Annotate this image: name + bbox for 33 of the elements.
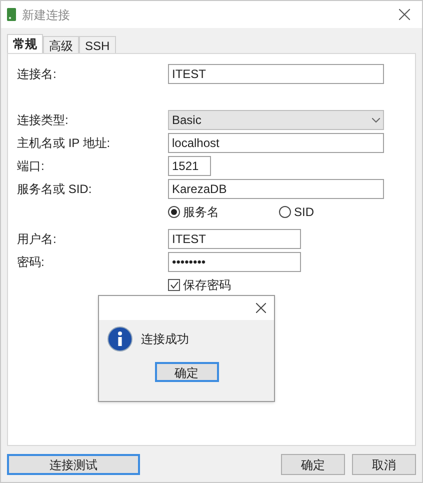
text-field[interactable]: 1521 <box>168 156 211 176</box>
tab[interactable]: 常规 <box>7 34 43 53</box>
chevron-down-icon <box>372 118 380 122</box>
field-label: 端口: <box>17 158 46 175</box>
text-field[interactable]: KarezaDB <box>168 179 384 199</box>
test-connection-button[interactable]: 连接测试 <box>7 454 140 475</box>
text-field[interactable]: •••••••• <box>168 252 301 272</box>
field-label: 连接类型: <box>17 112 70 129</box>
radio-button[interactable] <box>168 206 180 218</box>
field-label: 用户名: <box>17 231 58 248</box>
field-label: 密码: <box>17 254 46 271</box>
close-icon[interactable] <box>256 303 266 313</box>
message-text: 连接成功 <box>141 331 189 348</box>
info-icon <box>107 326 133 352</box>
ok-button[interactable]: 确定 <box>281 454 345 475</box>
radio-button[interactable] <box>279 206 291 218</box>
cancel-button[interactable]: 取消 <box>352 454 416 475</box>
save-password-checkbox[interactable]: 保存密码 <box>168 276 231 294</box>
dropdown[interactable]: Basic <box>168 110 384 130</box>
tab[interactable]: 高级 <box>43 36 79 53</box>
close-icon[interactable] <box>399 9 410 20</box>
field-label: 连接名: <box>17 66 58 83</box>
text-field[interactable]: ITEST <box>168 64 384 84</box>
checkbox[interactable] <box>168 279 180 291</box>
text-field[interactable]: localhost <box>168 133 384 153</box>
window-title: 新建连接 <box>22 6 71 24</box>
text-field[interactable]: ITEST <box>168 229 301 249</box>
tab[interactable]: SSH <box>79 36 116 53</box>
dialog-ok-button[interactable]: 确定 <box>154 362 218 382</box>
radio-option[interactable]: 服务名 <box>168 203 219 221</box>
field-label: 主机名或 IP 地址: <box>17 135 112 152</box>
radio-option[interactable]: SID <box>279 203 314 221</box>
field-label: 服务名或 SID: <box>17 181 93 198</box>
